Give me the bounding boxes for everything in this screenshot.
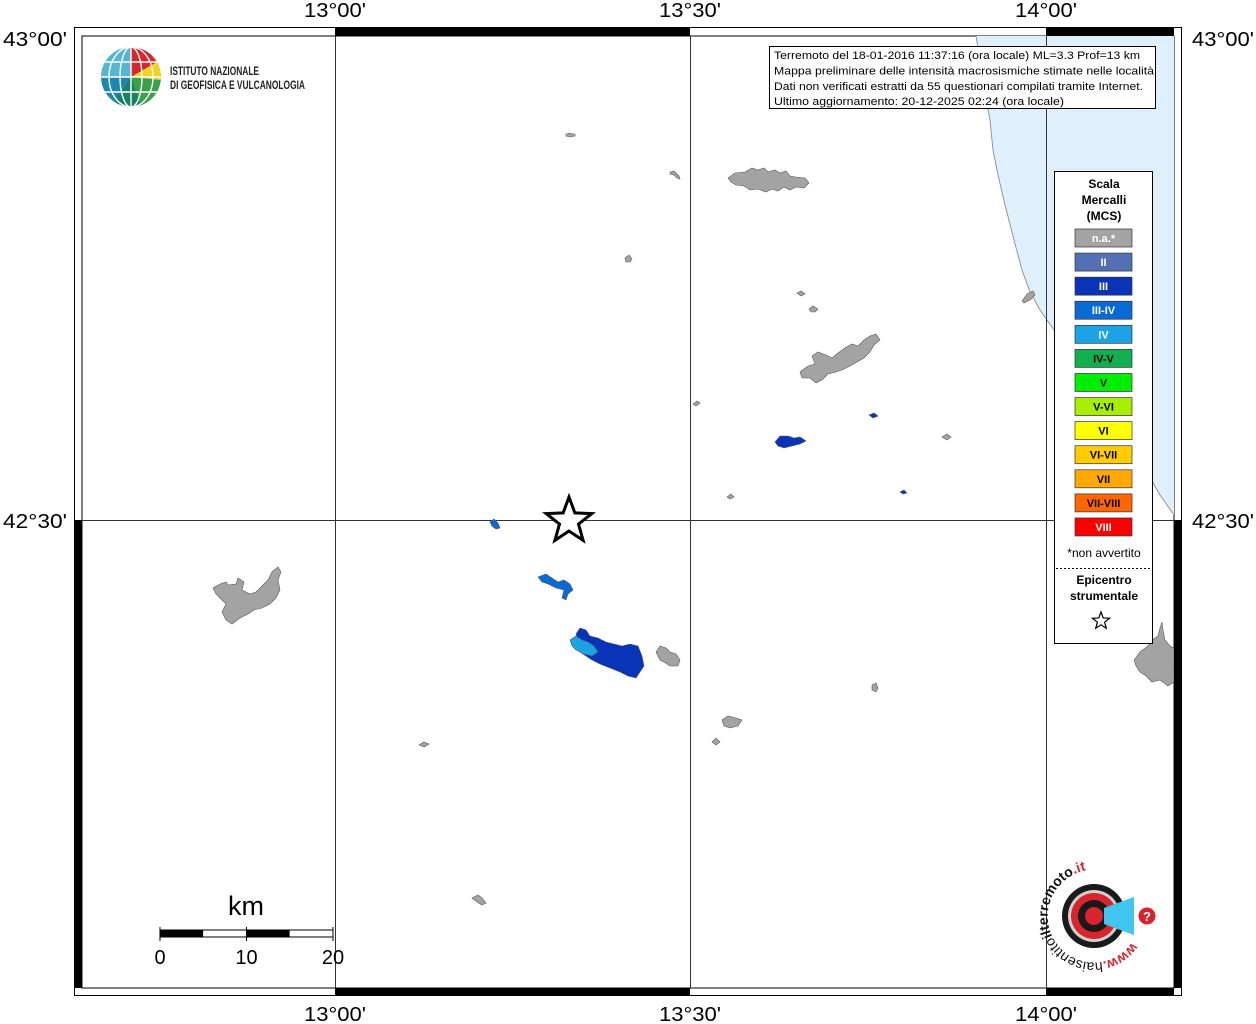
legend-title: Mercalli [1082, 193, 1127, 207]
intensity-map: 13°00' 13°30' 14°00' 13°00' 13°30' 14°00… [3, 0, 1254, 1024]
scale-tick-label: 0 [154, 947, 165, 969]
legend-title: Scala [1088, 177, 1120, 191]
legend-label: VIII [1095, 522, 1112, 534]
frame-segment [335, 27, 690, 36]
legend-item: VII-VIII [1074, 493, 1133, 513]
legend-label: n.a.* [1092, 233, 1116, 245]
info-line: Dati non verificati estratti da 55 quest… [774, 81, 1143, 93]
legend-label: IV [1098, 329, 1109, 341]
lat-label-right: 42°30' [1192, 510, 1254, 533]
legend-item: VI-VII [1074, 445, 1133, 465]
legend-label: VI [1098, 426, 1108, 438]
legend-item: n.a.* [1074, 228, 1133, 248]
legend-label: II [1100, 257, 1106, 269]
legend-epicenter-label: Epicentro [1076, 573, 1131, 587]
legend-title: (MCS) [1087, 209, 1122, 223]
frame-segment [1174, 520, 1182, 988]
legend-item: IV [1074, 324, 1133, 344]
scale-segment [289, 930, 333, 937]
scale-tick-label: 20 [322, 947, 344, 969]
logo-target-center [1085, 907, 1103, 925]
legend-label: V-VI [1093, 402, 1114, 414]
legend-item: III [1074, 276, 1133, 296]
frame-segment [1046, 988, 1174, 996]
frame-segment [1046, 27, 1174, 36]
legend-item: II [1074, 252, 1133, 272]
info-line: Ultimo aggiornamento: 20-12-2025 02:24 (… [774, 96, 1064, 108]
legend-note: *non avvertito [1067, 546, 1141, 560]
legend-item: VI [1074, 421, 1133, 440]
lon-label-bottom: 13°00' [304, 1003, 366, 1024]
legend-item: VIII [1074, 517, 1133, 537]
ingv-name-line2: DI GEOFISICA E VULCANOLOGIA [170, 80, 305, 92]
legend-item: V [1074, 373, 1133, 392]
lon-label-top: 14°00' [1015, 0, 1077, 22]
scale-tick-label: 10 [235, 947, 257, 969]
scale-segment [160, 930, 204, 937]
question-icon-glyph: ? [1143, 909, 1151, 924]
lon-label-top: 13°00' [304, 0, 366, 22]
info-box: Terremoto del 18-01-2016 11:37:16 (ora l… [769, 46, 1156, 109]
legend-label: III-IV [1092, 305, 1116, 317]
info-line: Terremoto del 18-01-2016 11:37:16 (ora l… [774, 50, 1140, 62]
ingv-name-line1: ISTITUTO NAZIONALE [170, 66, 259, 78]
legend-label: IV-V [1093, 353, 1114, 365]
lat-label-left: 43°00' [3, 28, 67, 51]
lon-label-top: 13°30' [659, 0, 721, 22]
legend-item: III-IV [1074, 300, 1133, 320]
frame-segment [74, 520, 82, 988]
legend: Scala Mercalli (MCS) n.a.*IIIIIIII-IVIVI… [1054, 171, 1153, 644]
info-line: Mappa preliminare delle intensità macros… [774, 66, 1155, 78]
lon-label-bottom: 13°30' [659, 1003, 721, 1024]
scale-segment [246, 930, 290, 937]
lat-label-right: 43°00' [1192, 28, 1254, 51]
scale-segment [203, 930, 247, 937]
frame-segment [335, 988, 690, 996]
legend-item: V-VI [1074, 397, 1133, 416]
legend-item: VII [1074, 469, 1133, 489]
legend-label: VII-VIII [1087, 498, 1121, 510]
legend-label: V [1100, 377, 1108, 389]
legend-epicenter-label: strumentale [1070, 589, 1138, 603]
legend-label: VII [1097, 474, 1110, 486]
lon-label-bottom: 14°00' [1015, 1003, 1077, 1024]
legend-item: IV-V [1074, 349, 1133, 368]
lat-label-left: 42°30' [3, 510, 67, 533]
legend-label: III [1099, 281, 1108, 293]
scale-unit: km [228, 891, 264, 921]
legend-label: VI-VII [1090, 450, 1118, 462]
